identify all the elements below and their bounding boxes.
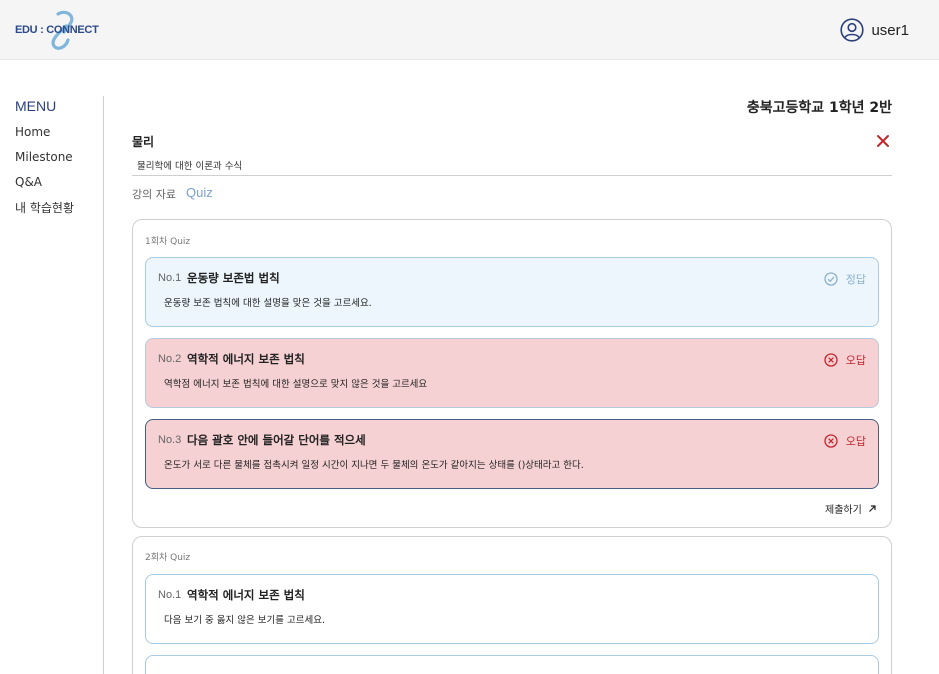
sidebar-item-my-progress[interactable]: 내 학습현황 [15, 199, 74, 216]
result-badge: 오답 [824, 433, 866, 449]
close-icon [877, 135, 889, 147]
tab-lecture-materials[interactable]: 강의 자료 [132, 186, 176, 202]
quiz-round-title: 1회차 Quiz [145, 237, 191, 247]
question-card[interactable]: No.1 운동량 보존법 법칙 운동량 보존 법칙에 대한 설명을 맞은 것을 … [145, 257, 879, 327]
logo-text: EDU : CONNECT [15, 24, 99, 36]
menu-title: MENU [15, 98, 57, 114]
question-number: No.3 [158, 434, 182, 446]
question-number: No.2 [158, 353, 182, 365]
submit-label: 제출하기 [825, 505, 862, 516]
question-title: 운동량 보존법 법칙 [187, 271, 280, 285]
result-badge: 오답 [824, 352, 866, 368]
arrow-up-right-icon [868, 505, 876, 512]
question-text: 운동량 보존 법칙에 대한 설명을 맞은 것을 고르세요. [164, 298, 372, 309]
submit-button[interactable]: 제출하기 [825, 501, 877, 516]
question-card[interactable]: No.2 역학적 에너지 보존 법칙 역학점 에너지 보존 법칙에 대한 설명으… [145, 338, 879, 408]
result-badge: 정답 [824, 271, 866, 287]
subject-title: 물리 [132, 135, 155, 149]
result-label: 오답 [845, 435, 866, 448]
top-header: EDU : CONNECT user1 [0, 0, 939, 60]
x-circle-icon [824, 434, 838, 448]
question-text: 역학점 에너지 보존 법칙에 대한 설명으로 맞지 않은 것을 고르세요 [164, 379, 428, 390]
sidebar-item-qna[interactable]: Q&A [15, 175, 42, 189]
tab-quiz[interactable]: Quiz [186, 185, 213, 200]
check-circle-icon [824, 272, 838, 286]
question-card[interactable]: No.1 역학적 에너지 보존 법칙 다음 보기 중 옳지 않은 보기를 고르세… [145, 574, 879, 644]
quiz-round-title: 2회차 Quiz [145, 553, 191, 563]
subject-description: 물리학에 대한 이론과 수식 [137, 161, 243, 172]
sidebar-item-milestone[interactable]: Milestone [15, 150, 73, 164]
question-title: 역학적 에너지 보존 법칙 [187, 588, 305, 602]
sidebar-item-home[interactable]: Home [15, 125, 50, 139]
question-number: No.1 [158, 589, 182, 601]
x-circle-icon [824, 353, 838, 367]
logo[interactable]: EDU : CONNECT [14, 10, 99, 50]
result-label: 정답 [845, 273, 866, 286]
question-card-partial[interactable] [145, 655, 879, 674]
question-title: 역학적 에너지 보존 법칙 [187, 352, 305, 366]
divider [132, 175, 892, 176]
user-menu[interactable]: user1 [840, 18, 909, 42]
question-number: No.1 [158, 272, 182, 284]
user-avatar-icon [840, 18, 865, 42]
sidebar: MENU Home Milestone Q&A 내 학습현황 [0, 96, 104, 674]
result-label: 오답 [845, 354, 866, 367]
question-title: 다음 괄호 안에 들어갈 단어를 적으세 [187, 433, 366, 447]
close-button[interactable] [875, 133, 891, 149]
question-card[interactable]: No.3 다음 괄호 안에 들어갈 단어를 적으세 온도가 서로 다른 물체를 … [145, 419, 879, 489]
username: user1 [871, 21, 909, 39]
question-text: 다음 보기 중 옳지 않은 보기를 고르세요. [164, 615, 325, 626]
class-title: 충북고등학교 1학년 2반 [746, 100, 892, 116]
question-text: 온도가 서로 다른 물체를 접촉시켜 일정 시간이 지나면 두 물체의 온도가 … [164, 460, 584, 471]
